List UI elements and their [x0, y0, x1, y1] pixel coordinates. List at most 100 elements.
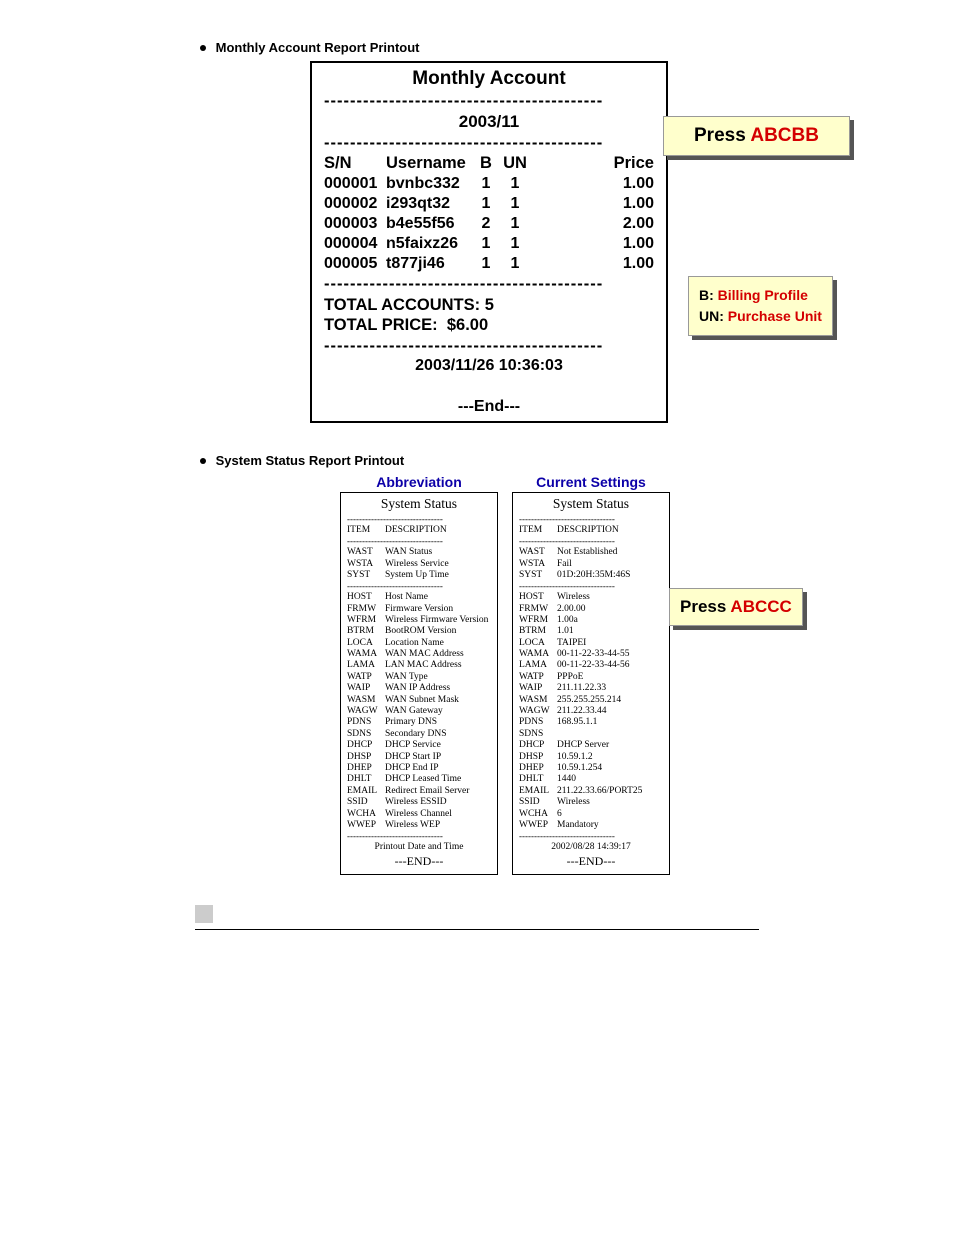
- sys-val: Wireless Channel: [385, 809, 491, 820]
- heading-monthly: Monthly Account Report Printout: [200, 40, 954, 55]
- sys-col-title-current: Current Settings: [512, 474, 670, 490]
- sys-val: TAIPEI: [557, 638, 663, 649]
- cell-user: i293qt32: [386, 194, 474, 214]
- sys-val: Host Name: [385, 592, 491, 603]
- sys-val: 6: [557, 809, 663, 820]
- bullet-icon: [200, 458, 206, 464]
- cell-price: 1.00: [532, 194, 654, 214]
- cell-sn: 000001: [324, 174, 386, 194]
- monthly-end: ---End---: [324, 397, 654, 417]
- sys-val: 168.95.1.1: [557, 717, 663, 728]
- monthly-period: 2003/11: [324, 111, 654, 132]
- sys-key: DHSP: [347, 752, 383, 763]
- sys-key: DHCP: [347, 740, 383, 751]
- sys-key: SYST: [347, 570, 383, 581]
- monthly-callouts: Press ABCBB B: Billing Profile UN: Purch…: [678, 61, 868, 336]
- col-user: Username: [386, 153, 474, 174]
- sys-key: WAIP: [347, 683, 383, 694]
- system-figure: Abbreviation System Status -------------…: [340, 474, 954, 875]
- sys-val: 10.59.1.254: [557, 763, 663, 774]
- sys-key: HOST: [347, 592, 383, 603]
- abbrev-box: System Status --------------------------…: [340, 492, 498, 875]
- abbrev-hdr-item: ITEM: [347, 525, 383, 536]
- sys-key: DHEP: [347, 763, 383, 774]
- legend-b-value: Billing Profile: [718, 287, 808, 303]
- abbrev-box-title: System Status: [347, 496, 491, 512]
- bullet-icon: [200, 45, 206, 51]
- cell-sn: 000004: [324, 234, 386, 254]
- legend-b-label: B:: [699, 287, 718, 303]
- col-sn: S/N: [324, 153, 386, 174]
- separator: ----------------------------------------…: [324, 91, 654, 112]
- abbrev-footer: Printout Date and Time: [347, 842, 491, 853]
- sys-key: PDNS: [347, 717, 383, 728]
- heading-system: System Status Report Printout: [200, 453, 954, 468]
- legend-un-label: UN:: [699, 308, 728, 324]
- sys-val: Wireless Service: [385, 559, 491, 570]
- col-b: B: [474, 153, 498, 174]
- col-price: Price: [532, 153, 654, 174]
- monthly-title: Monthly Account: [324, 67, 654, 91]
- sys-val: [557, 729, 663, 740]
- sys-key: EMAIL: [347, 786, 383, 797]
- sys-val: DHCP End IP: [385, 763, 491, 774]
- sys-key: LOCA: [519, 638, 555, 649]
- sys-col-current: Current Settings System Status ---------…: [512, 474, 670, 875]
- separator: --------------------------------: [347, 581, 491, 592]
- sys-key: WAMA: [347, 649, 383, 660]
- sys-val: 1.01: [557, 626, 663, 637]
- sys-key: WASM: [519, 695, 555, 706]
- sys-key: SYST: [519, 570, 555, 581]
- sys-key: WAGW: [519, 706, 555, 717]
- sys-key: WAST: [519, 547, 555, 558]
- callout-sys-black: Press: [680, 597, 730, 616]
- callout-press-black: Press: [694, 125, 750, 146]
- cell-user: b4e55f56: [386, 214, 474, 234]
- separator: --------------------------------: [347, 514, 491, 525]
- sys-key: WSTA: [347, 559, 383, 570]
- total-accounts: TOTAL ACCOUNTS: 5: [324, 295, 654, 316]
- sys-key: EMAIL: [519, 786, 555, 797]
- system-callouts: Press ABCCC: [684, 474, 854, 626]
- sys-val: System Up Time: [385, 570, 491, 581]
- total-price-value: $6.00: [447, 316, 488, 334]
- separator: --------------------------------: [347, 536, 491, 547]
- sys-key: FRMW: [347, 604, 383, 615]
- separator: --------------------------------: [519, 581, 663, 592]
- legend-un-value: Purchase Unit: [728, 308, 822, 324]
- sys-val: Wireless: [557, 592, 663, 603]
- separator: ----------------------------------------…: [324, 133, 654, 154]
- sys-val: 01D:20H:35M:46S: [557, 570, 663, 581]
- sys-key: DHSP: [519, 752, 555, 763]
- sys-val: 255.255.255.214: [557, 695, 663, 706]
- sys-val: WAN Status: [385, 547, 491, 558]
- sys-key: WFRM: [347, 615, 383, 626]
- sys-val: DHCP Start IP: [385, 752, 491, 763]
- sys-key: PDNS: [519, 717, 555, 728]
- sys-key: WFRM: [519, 615, 555, 626]
- current-hdr-desc: DESCRIPTION: [557, 525, 663, 536]
- total-price-label: TOTAL PRICE:: [324, 316, 438, 334]
- callout-press: Press ABCBB: [663, 116, 850, 156]
- sys-key: LOCA: [347, 638, 383, 649]
- sys-key: SDNS: [519, 729, 555, 740]
- sys-val: 211.22.33.44: [557, 706, 663, 717]
- sys-val: Wireless WEP: [385, 820, 491, 831]
- sys-val: 1.00a: [557, 615, 663, 626]
- sys-key: WCHA: [519, 809, 555, 820]
- total-price: TOTAL PRICE: $6.00: [324, 315, 654, 336]
- sys-key: HOST: [519, 592, 555, 603]
- cell-b: 1: [474, 194, 498, 214]
- sys-key: WAGW: [347, 706, 383, 717]
- sys-val: Wireless Firmware Version: [385, 615, 491, 626]
- sys-col-abbrev: Abbreviation System Status -------------…: [340, 474, 498, 875]
- cell-un: 1: [498, 194, 532, 214]
- sys-val: 211.11.22.33: [557, 683, 663, 694]
- callout-sys-red: ABCCC: [730, 597, 791, 616]
- cell-user: n5faixz26: [386, 234, 474, 254]
- cell-price: 1.00: [532, 174, 654, 194]
- footer-grey-box: [195, 905, 213, 923]
- sys-key: BTRM: [519, 626, 555, 637]
- sys-val: PPPoE: [557, 672, 663, 683]
- separator: ----------------------------------------…: [324, 336, 654, 357]
